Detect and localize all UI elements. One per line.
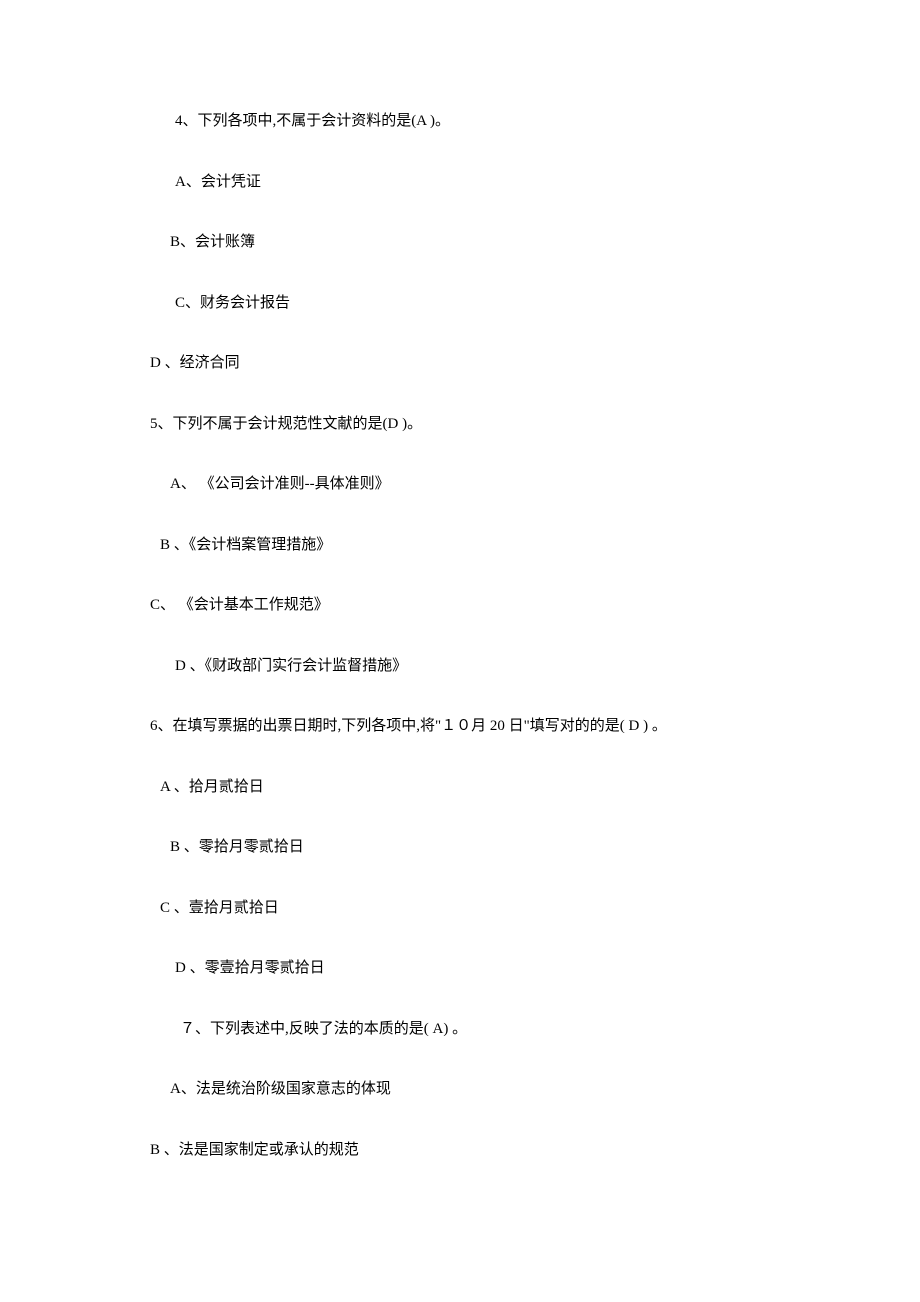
question-4-option-a: A、会计凭证: [0, 171, 920, 194]
document-page: 4、下列各项中,不属于会计资料的是(A )。 A、会计凭证 B、会计账簿 C、财…: [0, 0, 920, 1302]
question-4-stem: 4、下列各项中,不属于会计资料的是(A )。: [0, 110, 920, 133]
question-6-option-b: B 、零拾月零贰拾日: [0, 836, 920, 859]
question-7-stem: ７、下列表述中,反映了法的本质的是( A) 。: [0, 1018, 920, 1041]
question-6-option-d: D 、零壹拾月零贰拾日: [0, 957, 920, 980]
question-5-option-c: C、 《会计基本工作规范》: [0, 594, 920, 617]
question-5-stem: 5、下列不属于会计规范性文献的是(D )。: [0, 413, 920, 436]
question-6-stem: 6、在填写票据的出票日期时,下列各项中,将"１０月 20 日"填写对的的是( D…: [0, 715, 920, 738]
question-7-option-a: A、法是统治阶级国家意志的体现: [0, 1078, 920, 1101]
question-5-option-b: B 、《会计档案管理措施》: [0, 534, 920, 557]
question-5-option-a: A、 《公司会计准则--具体准则》: [0, 473, 920, 496]
question-4-option-d: D 、经济合同: [0, 352, 920, 375]
question-6-option-c: C 、壹拾月贰拾日: [0, 897, 920, 920]
question-6-option-a: A 、拾月贰拾日: [0, 776, 920, 799]
question-4-option-c: C、财务会计报告: [0, 292, 920, 315]
question-7-option-b: B 、法是国家制定或承认的规范: [0, 1139, 920, 1162]
question-5-option-d: D 、《财政部门实行会计监督措施》: [0, 655, 920, 678]
question-4-option-b: B、会计账簿: [0, 231, 920, 254]
